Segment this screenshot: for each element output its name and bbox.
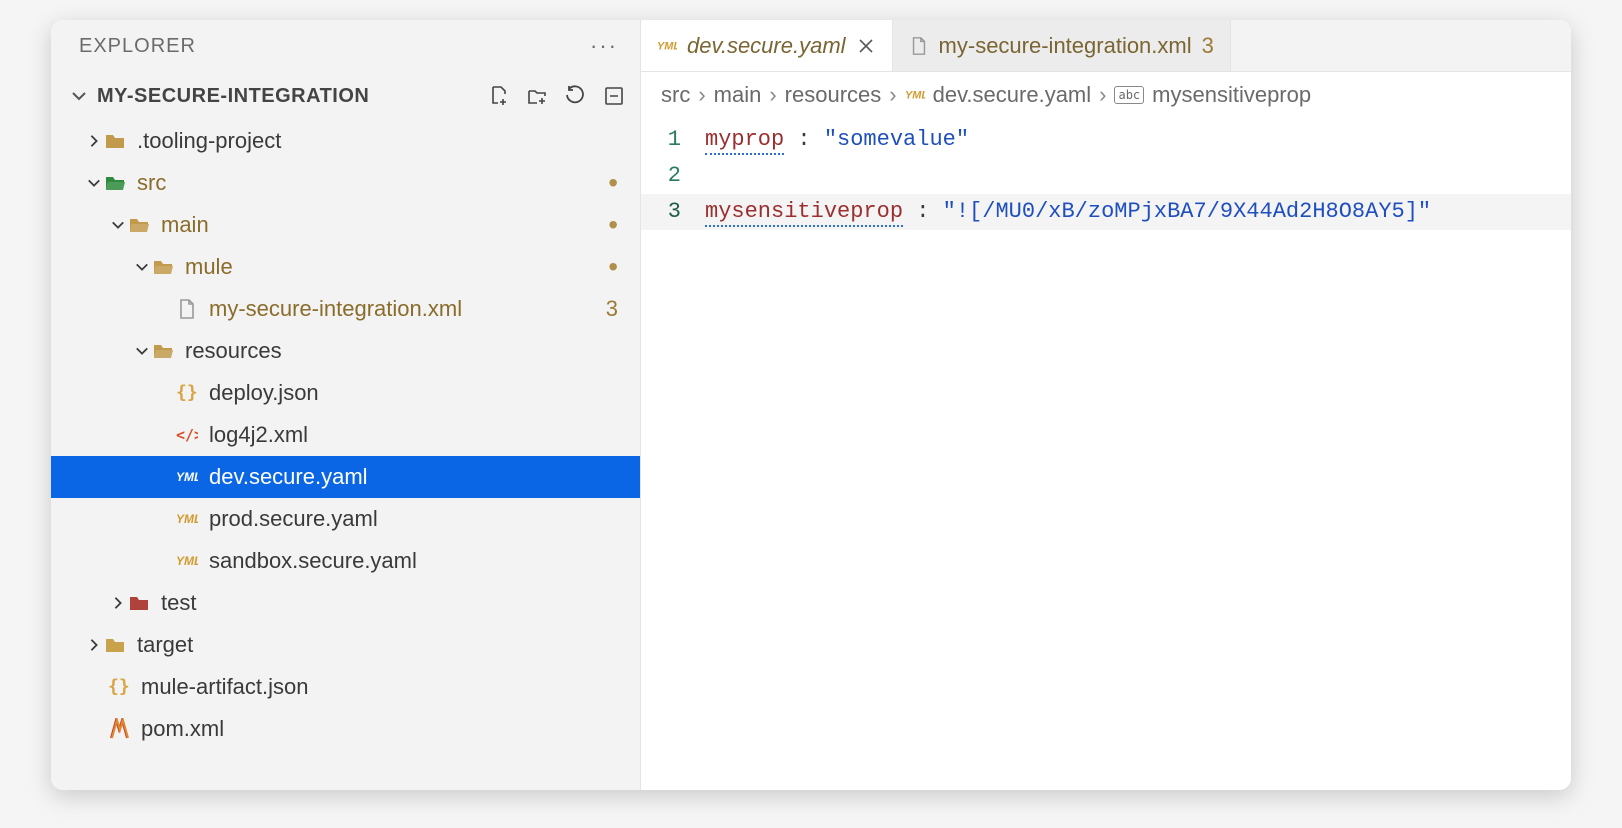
tab-integration-xml[interactable]: my-secure-integration.xml 3	[893, 20, 1231, 71]
code-content[interactable]: myprop : "somevalue"	[705, 122, 1571, 158]
chevron-right-icon: ›	[1099, 82, 1106, 108]
chevron-down-icon	[109, 218, 127, 232]
tree-label: my-secure-integration.xml	[209, 296, 606, 322]
symbol-string-icon: abc	[1114, 86, 1144, 104]
tab-label: dev.secure.yaml	[687, 33, 846, 59]
maven-icon	[107, 717, 131, 741]
line-number: 3	[641, 194, 705, 230]
tree-folder-main[interactable]: main •	[51, 204, 640, 246]
tree-label: .tooling-project	[137, 128, 640, 154]
chevron-down-icon	[85, 176, 103, 190]
yaml-icon	[175, 549, 199, 573]
tree-label: mule-artifact.json	[141, 674, 640, 700]
tree-file-prod-yaml[interactable]: prod.secure.yaml	[51, 498, 640, 540]
tree-file-pom[interactable]: pom.xml	[51, 708, 640, 750]
breadcrumb[interactable]: src › main › resources › dev.secure.yaml…	[641, 72, 1571, 118]
project-header[interactable]: MY-SECURE-INTEGRATION	[51, 72, 640, 120]
xml-icon	[175, 423, 199, 447]
tab-bar: dev.secure.yaml my-secure-integration.xm…	[641, 20, 1571, 72]
tree-folder-src[interactable]: src •	[51, 162, 640, 204]
project-name: MY-SECURE-INTEGRATION	[97, 85, 480, 108]
chevron-down-icon	[69, 86, 89, 106]
code-editor[interactable]: 1 myprop : "somevalue" 2 3 mysensitivepr…	[641, 118, 1571, 790]
tree-label: prod.secure.yaml	[209, 506, 640, 532]
tree-label: main	[161, 212, 608, 238]
tree-label: log4j2.xml	[209, 422, 640, 448]
tree-label: mule	[185, 254, 608, 280]
chevron-right-icon: ›	[769, 82, 776, 108]
tree-file-mule-artifact[interactable]: mule-artifact.json	[51, 666, 640, 708]
yaml-icon	[175, 465, 199, 489]
folder-icon	[151, 255, 175, 279]
tree-file-log4j2-xml[interactable]: log4j2.xml	[51, 414, 640, 456]
chevron-right-icon	[85, 638, 103, 652]
tree-label: dev.secure.yaml	[209, 464, 640, 490]
chevron-right-icon	[109, 596, 127, 610]
crumb[interactable]: dev.secure.yaml	[933, 82, 1092, 108]
ide-window: EXPLORER ··· MY-SECURE-INTEGRATION .tool…	[51, 20, 1571, 790]
folder-icon	[103, 633, 127, 657]
folder-icon	[103, 171, 127, 195]
explorer-header: EXPLORER ···	[51, 20, 640, 72]
line-number: 1	[641, 122, 705, 158]
chevron-down-icon	[133, 344, 151, 358]
json-icon	[107, 675, 131, 699]
crumb[interactable]: mysensitiveprop	[1152, 82, 1311, 108]
chevron-right-icon	[85, 134, 103, 148]
tree-folder-resources[interactable]: resources	[51, 330, 640, 372]
tree-label: pom.xml	[141, 716, 640, 742]
yaml-icon	[175, 507, 199, 531]
new-folder-icon[interactable]	[526, 84, 550, 108]
tree-label: resources	[185, 338, 640, 364]
tree-label: test	[161, 590, 640, 616]
problems-badge: 3	[606, 296, 618, 322]
crumb[interactable]: resources	[785, 82, 882, 108]
tree-folder-tooling[interactable]: .tooling-project	[51, 120, 640, 162]
tree-file-dev-yaml[interactable]: dev.secure.yaml	[51, 456, 640, 498]
tab-dev-yaml[interactable]: dev.secure.yaml	[641, 20, 893, 71]
chevron-down-icon	[133, 260, 151, 274]
collapse-all-icon[interactable]	[602, 84, 626, 108]
tree-file-mule-xml[interactable]: my-secure-integration.xml 3	[51, 288, 640, 330]
tab-label: my-secure-integration.xml	[939, 33, 1192, 59]
explorer-title: EXPLORER	[79, 35, 196, 58]
file-icon	[175, 297, 199, 321]
tree-label: sandbox.secure.yaml	[209, 548, 640, 574]
code-content[interactable]: mysensitiveprop : "![/MU0/xB/zoMPjxBA7/9…	[705, 194, 1571, 230]
editor-area: dev.secure.yaml my-secure-integration.xm…	[641, 20, 1571, 790]
code-content[interactable]	[705, 158, 1571, 194]
folder-icon	[127, 213, 151, 237]
yaml-icon	[905, 85, 925, 105]
new-file-icon[interactable]	[488, 84, 512, 108]
folder-icon	[127, 591, 151, 615]
folder-icon	[103, 129, 127, 153]
folder-icon	[151, 339, 175, 363]
code-line[interactable]: 3 mysensitiveprop : "![/MU0/xB/zoMPjxBA7…	[641, 194, 1571, 230]
code-line[interactable]: 2	[641, 158, 1571, 194]
tree-folder-target[interactable]: target	[51, 624, 640, 666]
tree-label: target	[137, 632, 640, 658]
tree-file-deploy-json[interactable]: deploy.json	[51, 372, 640, 414]
project-actions	[488, 84, 626, 108]
line-number: 2	[641, 158, 705, 194]
file-icon	[909, 36, 929, 56]
tree-folder-test[interactable]: test	[51, 582, 640, 624]
tree-file-sandbox-yaml[interactable]: sandbox.secure.yaml	[51, 540, 640, 582]
tree-label: src	[137, 170, 608, 196]
yaml-icon	[657, 36, 677, 56]
tree-folder-mule[interactable]: mule •	[51, 246, 640, 288]
chevron-right-icon: ›	[698, 82, 705, 108]
code-line[interactable]: 1 myprop : "somevalue"	[641, 122, 1571, 158]
file-tree: .tooling-project src • main • mule •	[51, 120, 640, 790]
crumb[interactable]: src	[661, 82, 690, 108]
tree-label: deploy.json	[209, 380, 640, 406]
crumb[interactable]: main	[714, 82, 762, 108]
explorer-more-icon[interactable]: ···	[590, 33, 618, 59]
json-icon	[175, 381, 199, 405]
refresh-icon[interactable]	[564, 84, 588, 108]
problems-badge: 3	[1202, 33, 1214, 59]
chevron-right-icon: ›	[889, 82, 896, 108]
close-icon[interactable]	[856, 36, 876, 56]
explorer-sidebar: EXPLORER ··· MY-SECURE-INTEGRATION .tool…	[51, 20, 641, 790]
